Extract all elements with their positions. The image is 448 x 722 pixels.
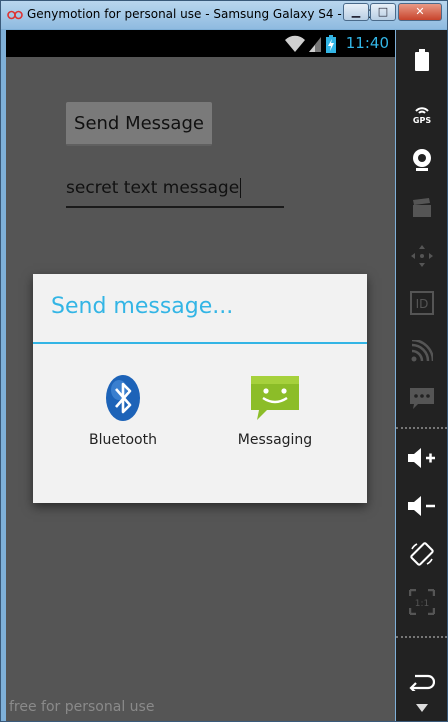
share-option-label: Messaging: [237, 432, 313, 448]
genymotion-sidebar: GPS ID 1:1: [396, 30, 447, 721]
window-title: Genymotion for personal use - Samsung Ga…: [27, 7, 388, 21]
messaging-icon: [251, 376, 299, 420]
scroll-down-button[interactable]: [396, 700, 447, 716]
gps-icon: GPS: [412, 107, 431, 124]
title-bar[interactable]: Genymotion for personal use - Samsung Ga…: [1, 1, 447, 29]
remote-control-widget-button[interactable]: [396, 238, 447, 274]
volume-up-button[interactable]: [396, 440, 447, 476]
send-message-button[interactable]: Send Message: [66, 102, 212, 146]
bluetooth-icon: [106, 375, 140, 421]
message-input-value: secret text message: [66, 178, 240, 198]
volume-down-button[interactable]: [396, 488, 447, 524]
share-option-bluetooth[interactable]: Bluetooth: [63, 374, 183, 448]
gps-widget-button[interactable]: GPS: [396, 96, 447, 132]
chevron-down-icon: [415, 704, 428, 712]
volume-up-icon: [407, 448, 435, 468]
personal-use-watermark: free for personal use: [9, 699, 155, 715]
genymotion-logo-icon: [7, 10, 23, 20]
back-icon: [408, 674, 435, 691]
signal-icon: [309, 37, 321, 52]
video-capture-icon: [412, 198, 431, 217]
dialog-divider: [33, 342, 367, 344]
share-option-label: Bluetooth: [89, 432, 157, 448]
close-button[interactable]: ✕: [398, 3, 442, 21]
remote-control-icon: [410, 245, 433, 267]
back-button[interactable]: [396, 664, 447, 700]
webcam-widget-button[interactable]: [396, 142, 447, 178]
device-id-icon: ID: [409, 291, 434, 315]
pixel-perfect-icon: 1:1: [408, 589, 435, 615]
share-option-messaging[interactable]: Messaging: [215, 374, 335, 448]
device-id-widget-button[interactable]: ID: [396, 285, 447, 321]
rotate-button[interactable]: [396, 536, 447, 572]
sidebar-divider: [396, 636, 447, 638]
gps-label: GPS: [412, 116, 430, 124]
wifi-icon: [285, 35, 305, 52]
sms-widget-button[interactable]: [396, 381, 447, 417]
status-clock: 11:40: [345, 34, 389, 52]
rotate-icon: [409, 542, 434, 566]
volume-down-icon: [407, 496, 435, 516]
video-capture-widget-button[interactable]: [396, 190, 447, 226]
battery-charging-icon: [326, 35, 336, 53]
emulator-window: Genymotion for personal use - Samsung Ga…: [0, 0, 448, 722]
network-icon: [411, 340, 433, 362]
maximize-button[interactable]: □: [370, 3, 396, 21]
dialog-title: Send message...: [51, 294, 234, 319]
device-screen: 11:40 Send Message secret text message S…: [6, 30, 395, 721]
status-bar: 11:40: [6, 30, 395, 57]
sidebar-divider: [396, 427, 447, 429]
battery-widget-button[interactable]: [396, 42, 447, 78]
device-id-label: ID: [415, 297, 428, 311]
webcam-icon: [412, 149, 431, 171]
pixel-perfect-button[interactable]: 1:1: [396, 584, 447, 620]
text-caret: [240, 178, 242, 198]
battery-icon: [414, 49, 429, 71]
pixel-perfect-label: 1:1: [414, 599, 428, 609]
network-widget-button[interactable]: [396, 333, 447, 369]
message-input[interactable]: secret text message: [66, 174, 284, 208]
sms-icon: [409, 388, 434, 409]
share-dialog: Send message... Bluetooth Messaging: [33, 274, 367, 503]
minimize-button[interactable]: ▁: [343, 3, 369, 21]
